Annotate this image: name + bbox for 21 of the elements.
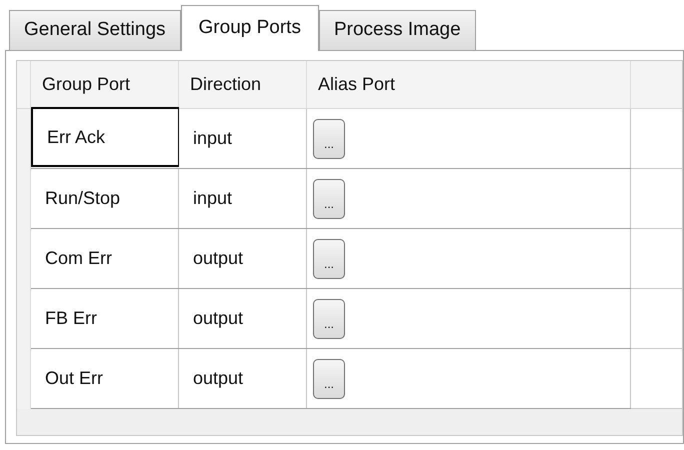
table-cell[interactable]: FB Err	[31, 289, 179, 348]
tab[interactable]: Process Image	[318, 10, 476, 50]
table-cell: output	[179, 289, 307, 348]
table-cell[interactable]: Out Err	[31, 349, 179, 408]
table-cell: input	[179, 169, 307, 228]
browse-button[interactable]: ...	[313, 178, 345, 218]
column-header[interactable]: Direction	[179, 61, 307, 108]
tab[interactable]: Group Ports	[180, 5, 319, 51]
table-cell: input	[179, 109, 307, 168]
browse-button[interactable]: ...	[313, 358, 345, 398]
table-cell[interactable]: Run/Stop	[31, 169, 179, 228]
tab[interactable]: General Settings	[9, 10, 181, 50]
table-cell[interactable]: Err Ack	[31, 107, 179, 167]
table-cell[interactable]: Com Err	[31, 229, 179, 288]
browse-button[interactable]: ...	[313, 118, 345, 158]
table-cell: output	[179, 349, 307, 408]
table-cell: output	[179, 229, 307, 288]
browse-button[interactable]: ...	[313, 298, 345, 338]
column-header[interactable]: Alias Port	[307, 61, 631, 108]
browse-button[interactable]: ...	[313, 238, 345, 278]
column-header[interactable]: Group Port	[31, 61, 179, 108]
